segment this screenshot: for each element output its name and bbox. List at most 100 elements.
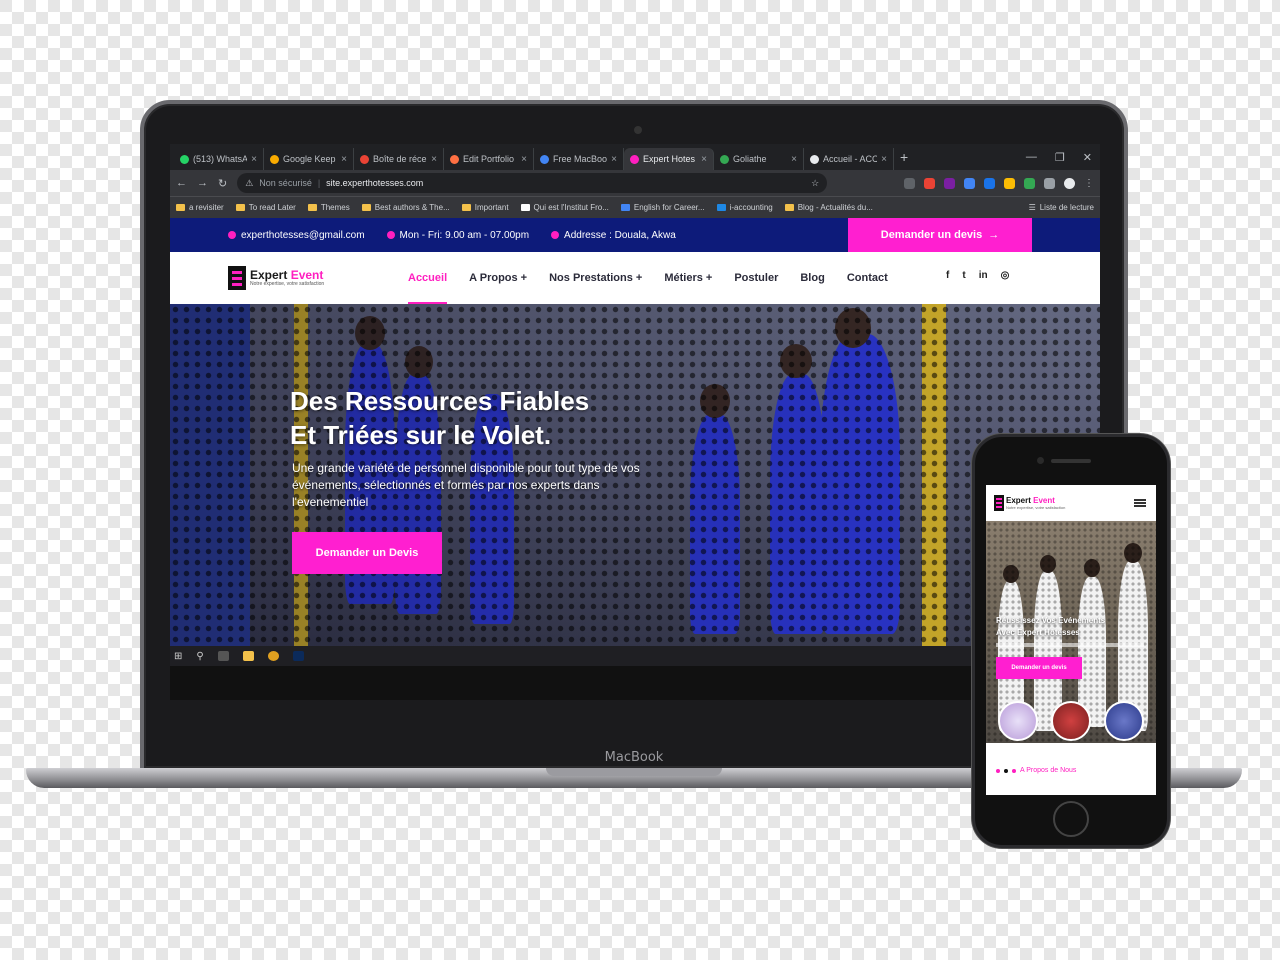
tab-close-icon[interactable]: × (341, 154, 347, 165)
service-thumbnail[interactable] (1051, 701, 1091, 741)
photoshop-icon[interactable] (292, 651, 304, 661)
new-tab-icon[interactable]: + (900, 149, 908, 165)
bookmark-item[interactable]: Qui est l'Institut Fro... (520, 203, 609, 212)
menu-item-metiers[interactable]: Métiers + (664, 252, 712, 304)
bookmark-item[interactable]: Important (461, 203, 509, 212)
phone: Expert Event Notre expertise, votre sati… (972, 434, 1170, 848)
request-quote-button[interactable]: Demander un devis → (848, 218, 1032, 252)
extension-icon[interactable] (984, 177, 995, 189)
service-thumbnail[interactable] (1104, 701, 1144, 741)
forward-icon[interactable]: → (197, 177, 208, 189)
hamburger-menu-icon[interactable] (1134, 499, 1146, 507)
windows-taskbar: ⊞ ⚲ (170, 646, 1100, 666)
close-window-icon[interactable]: ✕ (1083, 151, 1092, 164)
linkedin-icon[interactable]: in (979, 270, 988, 281)
phone-home-button[interactable] (1053, 801, 1089, 837)
browser-tab[interactable]: Edit Portfolio × (444, 148, 534, 170)
address-bar[interactable]: ⚠ Non sécurisé | site.experthotesses.com… (237, 173, 828, 193)
url-text[interactable]: site.experthotesses.com (326, 178, 423, 188)
tab-close-icon[interactable]: × (791, 154, 797, 165)
bookmark-item[interactable]: Blog - Actualités du... (784, 203, 873, 212)
facebook-icon[interactable]: f (946, 270, 949, 281)
bookmark-item[interactable]: Themes (307, 203, 350, 212)
profile-avatar-icon[interactable] (1064, 177, 1075, 189)
bookmark-star-icon[interactable]: ☆ (811, 178, 819, 189)
hero-subtitle: Une grande variété de personnel disponib… (292, 461, 640, 509)
task-view-icon[interactable] (217, 651, 229, 661)
extension-icon[interactable] (924, 177, 935, 189)
instagram-icon[interactable]: ◎ (1001, 270, 1010, 281)
reading-list[interactable]: ☰ Liste de lecture (1029, 203, 1094, 212)
browser-tab[interactable]: Goliathe × (714, 148, 804, 170)
puzzle-icon[interactable] (1044, 177, 1055, 189)
tab-close-icon[interactable]: × (431, 154, 437, 165)
tab-close-icon[interactable]: × (701, 154, 707, 165)
extension-icon[interactable] (904, 177, 915, 189)
search-icon[interactable]: ⚲ (196, 651, 203, 662)
bookmark-item[interactable]: To read Later (235, 203, 296, 212)
window-controls: — ❐ ✕ (1026, 151, 1100, 164)
mobile-hero-title-line: Réussissez Vos Evénements (996, 616, 1106, 625)
extension-icon[interactable] (1004, 177, 1015, 189)
browser-tab[interactable]: Google Keep × (264, 148, 354, 170)
logo-name-a: Expert (250, 268, 288, 282)
windows-start-icon[interactable]: ⊞ (174, 651, 182, 662)
file-explorer-icon[interactable] (242, 651, 254, 661)
hours-text: Mon - Fri: 9.00 am - 07.00pm (399, 229, 530, 241)
menu-item-postuler[interactable]: Postuler (734, 252, 778, 304)
tab-label: Expert Hotes (643, 154, 696, 164)
twitter-icon[interactable]: t (962, 270, 965, 281)
back-icon[interactable]: ← (176, 177, 187, 189)
extension-icon[interactable] (944, 177, 955, 189)
folder-icon (361, 204, 371, 211)
page-icon (784, 204, 794, 211)
menu-item-blog[interactable]: Blog (800, 252, 824, 304)
mobile-about-link[interactable]: A Propos de Nous (996, 767, 1076, 774)
logo-name-a: Expert (1006, 495, 1031, 505)
tab-favicon-icon (720, 154, 729, 164)
separator: | (317, 178, 321, 188)
folder-icon (176, 204, 185, 211)
mobile-quote-button[interactable]: Demander un devis (996, 657, 1082, 679)
browser-tab[interactable]: (513) WhatsA × (174, 148, 264, 170)
mobile-logo[interactable]: Expert Event Notre expertise, votre sati… (994, 495, 1065, 511)
hero-quote-button[interactable]: Demander un Devis (292, 532, 442, 574)
laptop-camera (634, 126, 642, 134)
browser-tab[interactable]: Free MacBoo × (534, 148, 624, 170)
menu-item-a-propos[interactable]: A Propos + (469, 252, 527, 304)
mobile-hero-title-line: Avec Expert Hôtesses (996, 628, 1080, 637)
tab-close-icon[interactable]: × (251, 154, 257, 165)
page-icon (620, 204, 630, 211)
browser-tab-active[interactable]: Expert Hotes × (624, 148, 714, 170)
tab-close-icon[interactable]: × (521, 154, 527, 165)
maximize-icon[interactable]: ❐ (1055, 151, 1065, 164)
tab-close-icon[interactable]: × (881, 154, 887, 165)
browser-tab[interactable]: Accueil - ACC × (804, 148, 894, 170)
tab-favicon-icon (270, 154, 279, 164)
topbar-email[interactable]: experthotesses@gmail.com (228, 230, 365, 241)
service-thumbnail[interactable] (998, 701, 1038, 741)
tab-close-icon[interactable]: × (611, 154, 617, 165)
menu-item-accueil[interactable]: Accueil (408, 252, 448, 304)
bookmark-item[interactable]: i-accounting (716, 203, 773, 212)
screen-bottom-area (170, 666, 1100, 700)
tab-label: Boîte de réce (373, 154, 427, 164)
tab-favicon-icon (180, 154, 189, 164)
menu-item-contact[interactable]: Contact (847, 252, 888, 304)
browser-tab[interactable]: Boîte de réce × (354, 148, 444, 170)
bookmark-label: Important (474, 203, 509, 212)
minimize-icon[interactable]: — (1026, 151, 1037, 164)
bullet-dot-icon (996, 768, 1000, 773)
menu-dots-icon[interactable]: ⋮ (1084, 178, 1094, 189)
site-logo[interactable]: Expert Event Notre expertise, votre sati… (228, 266, 324, 290)
topbar-address: Addresse : Douala, Akwa (551, 230, 676, 241)
reload-icon[interactable]: ↻ (218, 177, 227, 190)
bookmark-item[interactable]: Best authors & The... (361, 203, 450, 212)
extension-icon[interactable] (964, 177, 975, 189)
menu-item-prestations[interactable]: Nos Prestations + (549, 252, 642, 304)
extension-icon[interactable] (1024, 177, 1035, 189)
chrome-icon[interactable] (267, 651, 279, 661)
bookmark-item[interactable]: a revisiter (176, 203, 224, 212)
bookmark-item[interactable]: English for Career... (620, 203, 705, 212)
tab-label: Free MacBoo (553, 154, 608, 164)
